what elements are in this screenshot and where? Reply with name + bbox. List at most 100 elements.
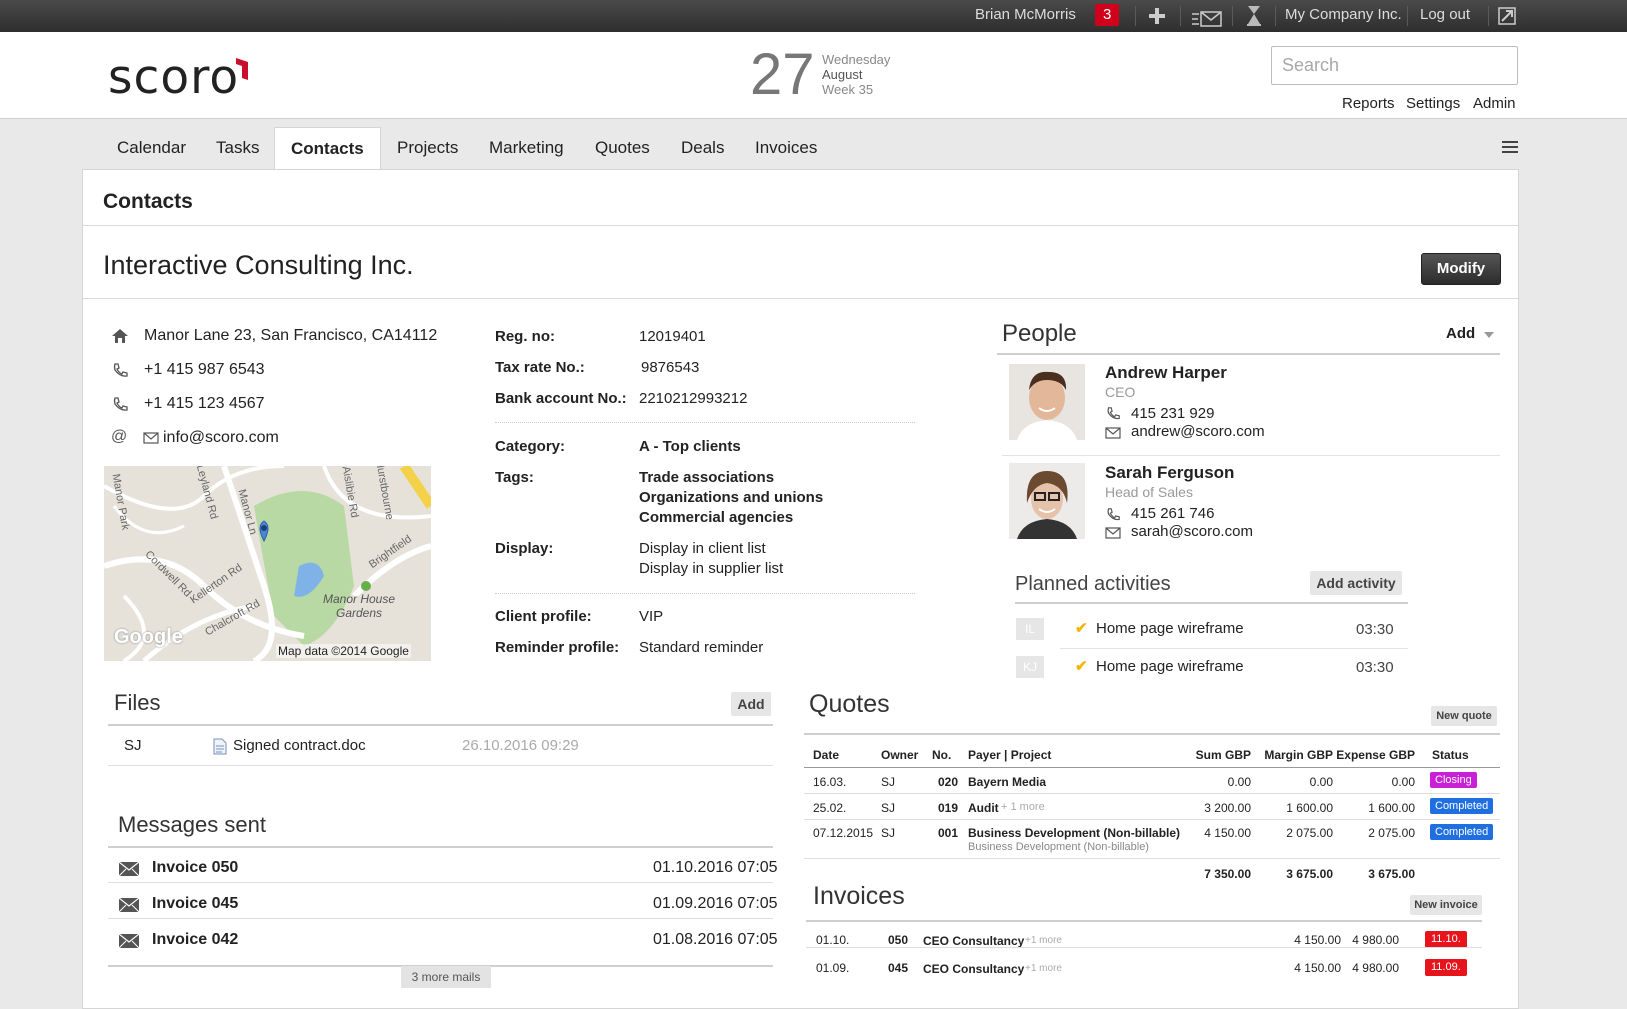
invoice-date: 01.09. xyxy=(816,961,850,975)
tab-marketing[interactable]: Marketing xyxy=(489,127,564,169)
invoice-title[interactable]: CEO Consultancy xyxy=(923,934,1024,948)
tab-quotes[interactable]: Quotes xyxy=(595,127,650,169)
logout-link[interactable]: Log out xyxy=(1420,0,1470,32)
tab-calendar[interactable]: Calendar xyxy=(117,127,186,169)
divider xyxy=(495,593,915,594)
divider xyxy=(804,858,1500,859)
quote-payer[interactable]: Bayern Media xyxy=(968,775,1046,789)
person-name[interactable]: Andrew Harper xyxy=(1105,363,1227,383)
file-name[interactable]: Signed contract.doc xyxy=(233,737,366,754)
email-link[interactable]: info@scoro.com xyxy=(163,429,279,447)
person-email[interactable]: andrew@scoro.com xyxy=(1131,423,1265,440)
divider xyxy=(1002,455,1500,456)
invoice-more[interactable]: +1 more xyxy=(1025,935,1062,946)
hamburger-menu-icon[interactable] xyxy=(1502,140,1518,154)
quote-payer[interactable]: Audit xyxy=(968,801,999,815)
chevron-down-icon[interactable] xyxy=(1484,332,1494,339)
column-header[interactable]: Payer | Project xyxy=(968,748,1051,762)
column-header[interactable]: Owner xyxy=(881,748,918,762)
notification-badge[interactable]: 3 xyxy=(1095,4,1120,26)
phone-2[interactable]: +1 415 123 4567 xyxy=(144,395,265,413)
invoice-title[interactable]: CEO Consultancy xyxy=(923,962,1024,976)
tab-invoices[interactable]: Invoices xyxy=(755,127,817,169)
divider xyxy=(804,733,1500,735)
status-badge[interactable]: Completed xyxy=(1430,798,1494,814)
envelope-icon xyxy=(119,898,139,912)
total-expense: 3 675.00 xyxy=(1368,867,1415,881)
reg-label: Reg. no: xyxy=(495,328,555,345)
new-invoice-button[interactable]: New invoice xyxy=(1410,895,1482,915)
admin-link[interactable]: Admin xyxy=(1473,95,1516,112)
company-switcher[interactable]: My Company Inc. xyxy=(1285,0,1402,32)
quote-date: 16.03. xyxy=(813,775,847,789)
person-phone[interactable]: 415 261 746 xyxy=(1131,505,1214,522)
divider xyxy=(1180,6,1181,26)
quote-sum: 4 150.00 xyxy=(1204,826,1251,840)
phone-1[interactable]: +1 415 987 6543 xyxy=(144,361,265,379)
status-badge[interactable]: Closing xyxy=(1430,772,1477,788)
divider xyxy=(1015,602,1408,604)
divider xyxy=(1488,6,1489,26)
tab-tasks[interactable]: Tasks xyxy=(216,127,259,169)
user-name[interactable]: Brian McMorris xyxy=(975,0,1076,32)
quote-project: Business Development (Non-billable) xyxy=(968,841,1149,853)
person-name[interactable]: Sarah Ferguson xyxy=(1105,463,1234,483)
logo[interactable]: scoro xyxy=(108,50,239,106)
add-file-button[interactable]: Add xyxy=(731,692,771,716)
mail-icon[interactable] xyxy=(1192,8,1222,27)
quote-margin: 0.00 xyxy=(1309,775,1333,789)
tag[interactable]: Organizations and unions xyxy=(639,489,823,506)
activity-avatar: IL xyxy=(1016,618,1044,640)
column-header[interactable]: No. xyxy=(932,748,951,762)
add-person-button[interactable]: Add xyxy=(1446,325,1475,342)
search-input[interactable] xyxy=(1271,46,1518,85)
client-profile-label: Client profile: xyxy=(495,608,592,625)
tab-contacts[interactable]: Contacts xyxy=(274,127,381,169)
message-title[interactable]: Invoice 045 xyxy=(152,895,238,913)
more-mails-button[interactable]: 3 more mails xyxy=(401,966,491,988)
phone-icon xyxy=(113,397,128,411)
reports-link[interactable]: Reports xyxy=(1342,95,1395,112)
top-bar: Brian McMorris 3 My Company Inc. Log out xyxy=(0,0,1627,32)
location-map[interactable]: Manor House Gardens Kellerton Rd Chalcro… xyxy=(104,466,431,661)
plus-icon[interactable] xyxy=(1148,6,1168,26)
tab-projects[interactable]: Projects xyxy=(397,127,458,169)
tab-deals[interactable]: Deals xyxy=(681,127,724,169)
category-value: A - Top clients xyxy=(639,438,741,455)
bank-value: 2210212993212 xyxy=(639,390,748,407)
expand-icon[interactable] xyxy=(1498,6,1518,26)
tag[interactable]: Commercial agencies xyxy=(639,509,793,526)
message-title[interactable]: Invoice 042 xyxy=(152,931,238,949)
settings-link[interactable]: Settings xyxy=(1406,95,1460,112)
category-label: Category: xyxy=(495,438,566,455)
column-header[interactable]: Sum GBP xyxy=(1191,748,1251,762)
message-title[interactable]: Invoice 050 xyxy=(152,859,238,877)
tax-value: 9876543 xyxy=(641,359,700,376)
invoice-more[interactable]: +1 more xyxy=(1025,963,1062,974)
quote-payer[interactable]: Business Development (Non-billable) xyxy=(968,826,1180,840)
total-margin: 3 675.00 xyxy=(1286,867,1333,881)
timer-icon[interactable] xyxy=(1247,5,1263,27)
at-icon: @ xyxy=(111,428,128,445)
quote-more[interactable]: + 1 more xyxy=(1001,801,1045,813)
column-header[interactable]: Margin GBP xyxy=(1253,748,1333,762)
weekday: Wednesday xyxy=(822,52,891,67)
column-header[interactable]: Status xyxy=(1432,748,1469,762)
activity-title[interactable]: Home page wireframe xyxy=(1096,620,1244,637)
person-email[interactable]: sarah@scoro.com xyxy=(1131,523,1253,540)
quotes-title: Quotes xyxy=(809,690,890,718)
divider xyxy=(806,947,1482,948)
column-header[interactable]: Date xyxy=(813,748,839,762)
activity-title[interactable]: Home page wireframe xyxy=(1096,658,1244,675)
tags-label: Tags: xyxy=(495,469,534,486)
quote-date: 07.12.2015 xyxy=(813,826,874,840)
column-header[interactable]: Expense GBP xyxy=(1335,748,1415,762)
tag[interactable]: Trade associations xyxy=(639,469,774,486)
status-badge[interactable]: Completed xyxy=(1430,824,1494,840)
quote-date: 25.02. xyxy=(813,801,847,815)
new-quote-button[interactable]: New quote xyxy=(1431,706,1497,726)
display-value: Display in client list xyxy=(639,540,766,557)
modify-button[interactable]: Modify xyxy=(1421,253,1501,285)
person-phone[interactable]: 415 231 929 xyxy=(1131,405,1214,422)
add-activity-button[interactable]: Add activity xyxy=(1310,571,1402,595)
